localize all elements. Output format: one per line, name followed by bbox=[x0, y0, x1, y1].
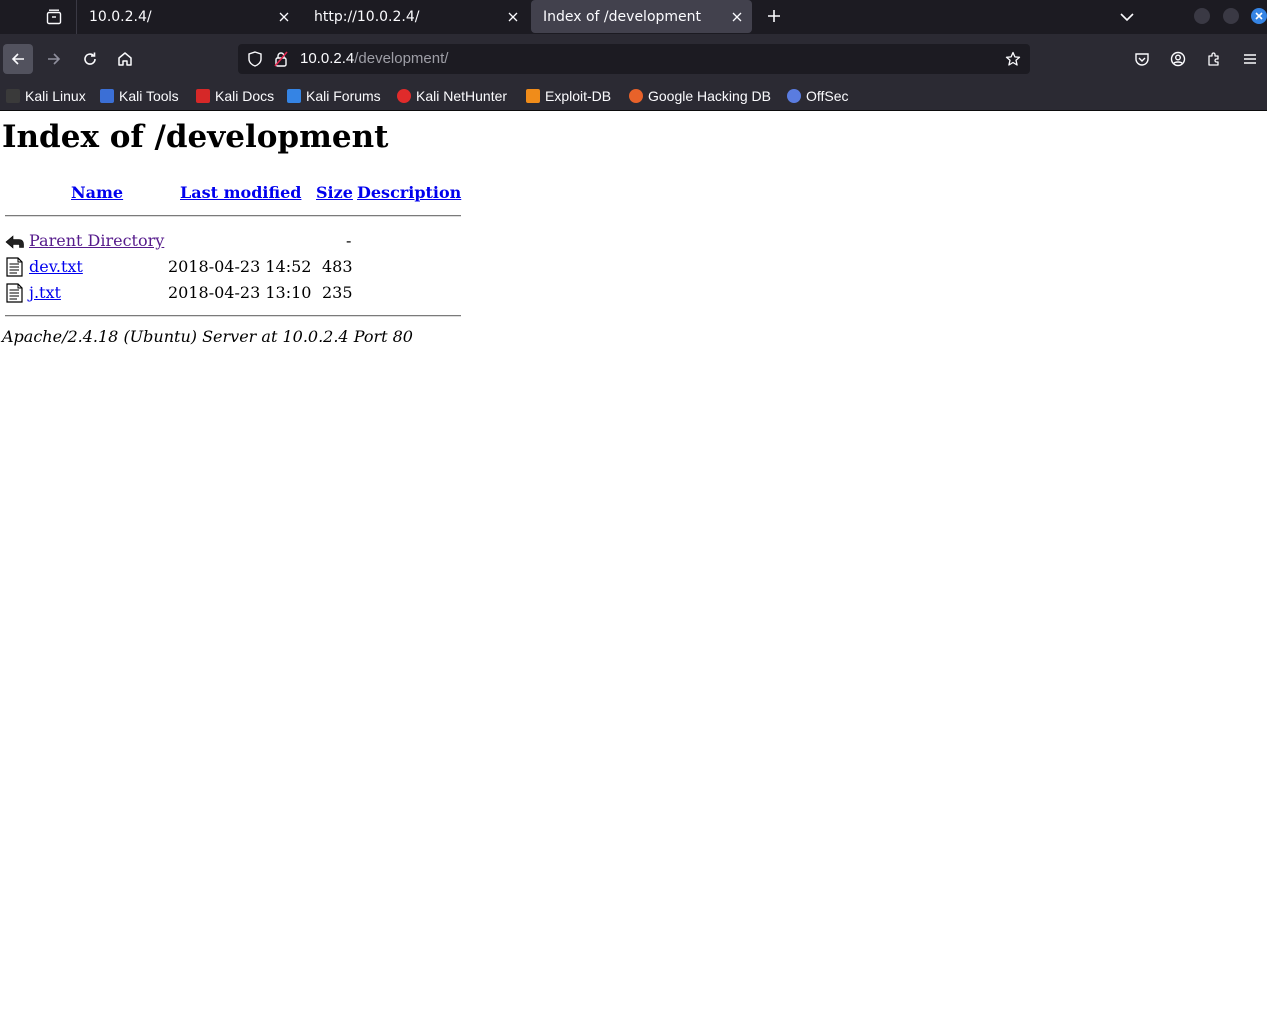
account-button[interactable] bbox=[1163, 44, 1193, 74]
new-tab-icon[interactable] bbox=[762, 4, 786, 28]
sort-by-modified-link[interactable]: Last modified bbox=[180, 183, 301, 202]
close-icon[interactable] bbox=[275, 8, 293, 26]
bookmark-google-hacking-db[interactable]: Google Hacking DB bbox=[629, 86, 771, 106]
header-divider bbox=[5, 215, 461, 217]
kali-tools-icon bbox=[100, 89, 114, 103]
sort-by-name-link[interactable]: Name bbox=[71, 183, 123, 202]
header-last-modified: Last modified bbox=[180, 183, 301, 202]
bookmark-label: Kali NetHunter bbox=[416, 88, 508, 104]
bookmark-exploit-db[interactable]: Exploit-DB bbox=[526, 86, 611, 106]
reload-icon bbox=[84, 52, 96, 65]
server-signature: Apache/2.4.18 (Ubuntu) Server at 10.0.2.… bbox=[2, 327, 413, 346]
tab-3-active[interactable]: Index of /development bbox=[531, 0, 752, 33]
hamburger-menu-icon bbox=[1244, 54, 1256, 64]
home-icon bbox=[118, 52, 132, 66]
account-icon bbox=[1170, 51, 1186, 67]
row-modified: 2018-04-23 13:10 bbox=[168, 283, 312, 302]
kali-forums-icon bbox=[287, 89, 301, 103]
maximize-button[interactable] bbox=[1223, 8, 1239, 24]
minimize-button[interactable] bbox=[1194, 8, 1210, 24]
table-row: Parent Directory bbox=[29, 231, 164, 250]
arrow-left-icon bbox=[11, 53, 24, 65]
window-close-button[interactable] bbox=[1251, 8, 1267, 24]
pocket-button[interactable] bbox=[1127, 44, 1157, 74]
bookmark-label: Exploit-DB bbox=[545, 88, 612, 104]
kali-dragon-icon bbox=[6, 89, 20, 103]
tab-bar: 10.0.2.4/ http://10.0.2.4/ Index of /dev… bbox=[0, 0, 1267, 34]
file-link-dev-txt[interactable]: dev.txt bbox=[29, 257, 83, 276]
header-name: Name bbox=[71, 183, 123, 202]
pocket-icon bbox=[1135, 53, 1149, 66]
row-size: - bbox=[346, 231, 352, 250]
tab-2[interactable]: http://10.0.2.4/ bbox=[302, 0, 528, 34]
file-link-j-txt[interactable]: j.txt bbox=[29, 283, 61, 302]
tab-overview-icon[interactable] bbox=[40, 4, 68, 30]
bookmark-star-icon[interactable] bbox=[1004, 50, 1022, 68]
page-content: Index of /development Name Last modified… bbox=[0, 111, 1267, 1027]
url-host: 10.0.2.4 bbox=[300, 50, 355, 67]
shield-icon[interactable] bbox=[246, 50, 264, 68]
ghdb-icon bbox=[629, 89, 643, 103]
row-size: 483 bbox=[322, 257, 353, 276]
offsec-icon bbox=[787, 89, 801, 103]
bookmark-label: Google Hacking DB bbox=[648, 88, 771, 104]
header-description: Description bbox=[357, 183, 461, 202]
row-modified: 2018-04-23 14:52 bbox=[168, 257, 312, 276]
table-row: dev.txt bbox=[29, 257, 83, 276]
back-arrow-icon bbox=[5, 235, 24, 249]
extensions-button[interactable] bbox=[1199, 44, 1229, 74]
nethunter-icon bbox=[397, 89, 411, 103]
tab-1[interactable]: 10.0.2.4/ bbox=[77, 0, 299, 34]
puzzle-icon bbox=[1208, 52, 1219, 66]
close-icon bbox=[1255, 12, 1263, 20]
bookmark-label: Kali Tools bbox=[119, 88, 179, 104]
insecure-lock-icon[interactable] bbox=[272, 50, 290, 68]
header-size: Size bbox=[316, 183, 353, 202]
arrow-right-icon bbox=[48, 53, 61, 65]
tab-title: 10.0.2.4/ bbox=[89, 9, 152, 25]
page-title: Index of /development bbox=[2, 119, 389, 155]
sort-by-description-link[interactable]: Description bbox=[357, 183, 461, 202]
close-icon[interactable] bbox=[728, 8, 746, 26]
url-path: /development/ bbox=[354, 50, 449, 67]
sort-by-size-link[interactable]: Size bbox=[316, 183, 353, 202]
bookmark-kali-nethunter[interactable]: Kali NetHunter bbox=[397, 86, 507, 106]
close-icon[interactable] bbox=[504, 8, 522, 26]
back-button[interactable] bbox=[3, 44, 33, 74]
bookmark-label: Kali Linux bbox=[25, 88, 86, 104]
tab-title: http://10.0.2.4/ bbox=[314, 9, 420, 25]
bookmark-kali-tools[interactable]: Kali Tools bbox=[100, 86, 179, 106]
bookmark-kali-linux[interactable]: Kali Linux bbox=[6, 86, 86, 106]
bookmark-kali-docs[interactable]: Kali Docs bbox=[196, 86, 274, 106]
text-file-icon bbox=[6, 257, 23, 277]
text-file-icon bbox=[6, 283, 23, 303]
tab-title: Index of /development bbox=[543, 8, 702, 25]
bookmark-label: OffSec bbox=[806, 88, 849, 104]
url-bar[interactable]: 10.0.2.4/development/ bbox=[238, 44, 1030, 74]
kali-docs-icon bbox=[196, 89, 210, 103]
bookmark-label: Kali Docs bbox=[215, 88, 275, 104]
exploit-db-icon bbox=[526, 89, 540, 103]
row-size: 235 bbox=[322, 283, 353, 302]
footer-divider bbox=[5, 315, 461, 317]
bookmark-offsec[interactable]: OffSec bbox=[787, 86, 849, 106]
reload-button[interactable] bbox=[75, 44, 105, 74]
bookmarks-toolbar: Kali Linux Kali Tools Kali Docs Kali For… bbox=[0, 82, 1267, 111]
parent-directory-link[interactable]: Parent Directory bbox=[29, 231, 164, 250]
bookmark-kali-forums[interactable]: Kali Forums bbox=[287, 86, 381, 106]
forward-button[interactable] bbox=[39, 44, 69, 74]
table-row: j.txt bbox=[29, 283, 61, 302]
navigation-bar: 10.0.2.4/development/ bbox=[0, 34, 1267, 82]
home-button[interactable] bbox=[110, 44, 140, 74]
bookmark-label: Kali Forums bbox=[306, 88, 381, 104]
url-text[interactable]: 10.0.2.4/development/ bbox=[300, 50, 448, 67]
chevron-down-icon[interactable] bbox=[1116, 6, 1138, 28]
menu-button[interactable] bbox=[1235, 44, 1265, 74]
